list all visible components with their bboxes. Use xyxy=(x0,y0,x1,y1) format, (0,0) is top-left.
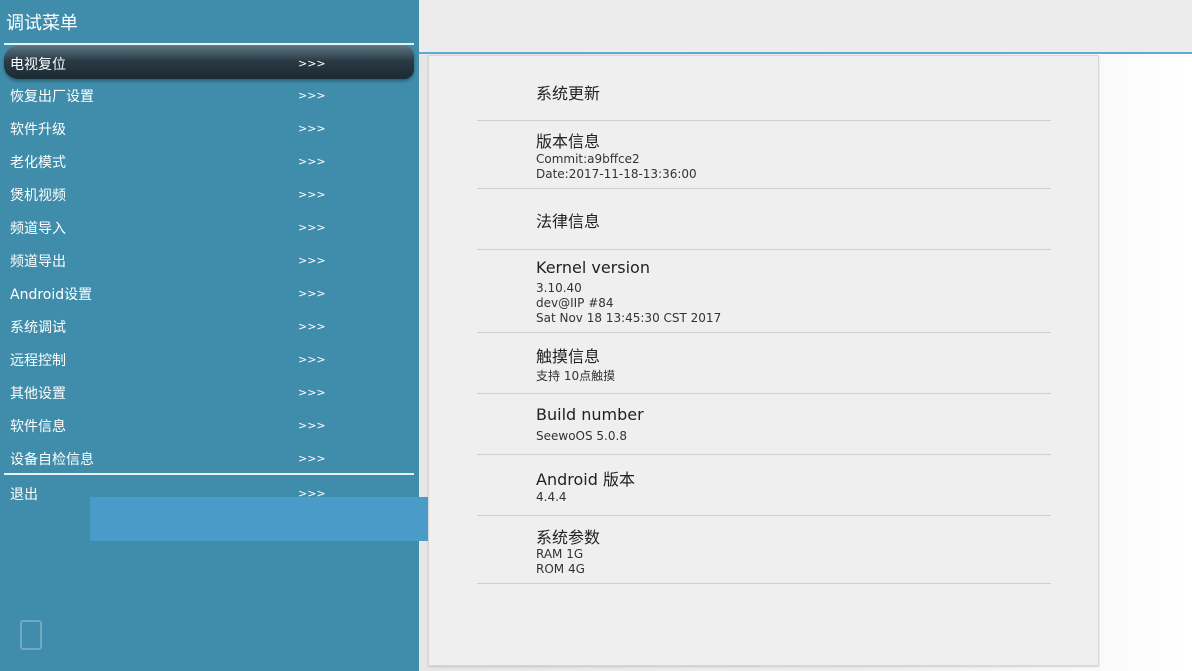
menu-item-software-upgrade[interactable]: 软件升级 >>> xyxy=(4,112,414,145)
info-title: 系统参数 xyxy=(536,528,601,547)
menu-item-aging-mode[interactable]: 老化模式 >>> xyxy=(4,145,414,178)
menu-item-remote-control[interactable]: 远程控制 >>> xyxy=(4,343,414,376)
info-value: Date:2017-11-18-13:36:00 xyxy=(536,167,697,181)
menu-item-software-info[interactable]: 软件信息 >>> xyxy=(4,409,414,442)
menu-item-other-settings[interactable]: 其他设置 >>> xyxy=(4,376,414,409)
debug-menu: 调试菜单 电视复位 >>> 恢复出厂设置 >>> 软件升级 >>> 老化模式 >… xyxy=(0,0,428,671)
menu-item-factory-reset[interactable]: 恢复出厂设置 >>> xyxy=(4,79,414,112)
arrow-indicator: >>> xyxy=(298,419,326,432)
menu-item-label: 软件信息 xyxy=(10,419,66,435)
menu-item-label: 电视复位 xyxy=(10,57,66,73)
menu-item-label: 恢复出厂设置 xyxy=(10,89,94,105)
menu-item-burn-in-video[interactable]: 煲机视频 >>> xyxy=(4,178,414,211)
arrow-indicator: >>> xyxy=(298,221,326,234)
arrow-indicator: >>> xyxy=(298,89,326,102)
about-device-panel: 系统更新 版本信息 Commit:a9bffce2 Date:2017-11-1… xyxy=(428,55,1099,666)
menu-item-channel-export[interactable]: 频道导出 >>> xyxy=(4,244,414,277)
menu-item-label: 老化模式 xyxy=(10,155,66,171)
info-row-system-params[interactable]: 系统参数 RAM 1G ROM 4G xyxy=(477,516,1051,584)
menu-item-android-settings[interactable]: Android设置 >>> xyxy=(4,277,414,310)
arrow-indicator: >>> xyxy=(298,487,326,500)
info-value: Sat Nov 18 13:45:30 CST 2017 xyxy=(536,311,722,325)
menu-item-label: 远程控制 xyxy=(10,353,66,369)
menu-divider xyxy=(4,43,414,45)
info-title: 系统更新 xyxy=(536,84,601,103)
arrow-indicator: >>> xyxy=(298,353,326,366)
menu-item-label: 软件升级 xyxy=(10,122,66,138)
info-value: SeewoOS 5.0.8 xyxy=(536,429,627,443)
arrow-indicator: >>> xyxy=(298,155,326,168)
info-row-android-version[interactable]: Android 版本 4.4.4 xyxy=(477,455,1051,516)
arrow-indicator: >>> xyxy=(298,452,326,465)
arrow-indicator: >>> xyxy=(298,386,326,399)
info-value: dev@IIP #84 xyxy=(536,296,614,310)
arrow-indicator: >>> xyxy=(298,57,326,70)
info-row-touch[interactable]: 触摸信息 支持 10点触摸 xyxy=(477,333,1051,394)
arrow-indicator: >>> xyxy=(298,122,326,135)
info-value: Commit:a9bffce2 xyxy=(536,152,640,166)
menu-divider xyxy=(4,473,414,475)
arrow-indicator: >>> xyxy=(298,287,326,300)
info-title: 法律信息 xyxy=(536,212,601,231)
menu-item-label: 退出 xyxy=(10,487,38,503)
info-title: 触摸信息 xyxy=(536,347,601,366)
info-value: 4.4.4 xyxy=(536,490,567,504)
arrow-indicator: >>> xyxy=(298,320,326,333)
menu-title: 调试菜单 xyxy=(6,13,78,34)
info-title: Build number xyxy=(536,405,644,424)
menu-item-label: 频道导出 xyxy=(10,254,66,270)
info-row-system-update[interactable]: 系统更新 xyxy=(477,56,1051,121)
info-value: ROM 4G xyxy=(536,562,585,576)
arrow-indicator: >>> xyxy=(298,254,326,267)
info-value: RAM 1G xyxy=(536,547,584,561)
info-title: Android 版本 xyxy=(536,470,635,489)
info-row-kernel[interactable]: Kernel version 3.10.40 dev@IIP #84 Sat N… xyxy=(477,250,1051,333)
info-value: 3.10.40 xyxy=(536,281,582,295)
arrow-indicator: >>> xyxy=(298,188,326,201)
info-value: 支持 10点触摸 xyxy=(536,369,616,383)
menu-item-self-check-info[interactable]: 设备自检信息 >>> xyxy=(4,442,414,475)
menu-item-exit[interactable]: 退出 >>> xyxy=(4,477,414,510)
menu-item-tv-reset[interactable]: 电视复位 >>> xyxy=(4,46,414,79)
menu-item-label: Android设置 xyxy=(10,287,93,303)
info-row-version[interactable]: 版本信息 Commit:a9bffce2 Date:2017-11-18-13:… xyxy=(477,121,1051,189)
menu-item-channel-import[interactable]: 频道导入 >>> xyxy=(4,211,414,244)
menu-item-label: 设备自检信息 xyxy=(10,452,94,468)
info-title: Kernel version xyxy=(536,258,650,277)
info-row-build-number[interactable]: Build number SeewoOS 5.0.8 xyxy=(477,394,1051,455)
top-bar xyxy=(419,0,1192,54)
menu-item-label: 其他设置 xyxy=(10,386,66,402)
menu-item-system-debug[interactable]: 系统调试 >>> xyxy=(4,310,414,343)
menu-item-label: 系统调试 xyxy=(10,320,66,336)
info-row-legal[interactable]: 法律信息 xyxy=(477,189,1051,250)
menu-item-label: 频道导入 xyxy=(10,221,66,237)
menu-item-label: 煲机视频 xyxy=(10,188,66,204)
document-icon xyxy=(20,620,42,650)
info-title: 版本信息 xyxy=(536,132,601,151)
